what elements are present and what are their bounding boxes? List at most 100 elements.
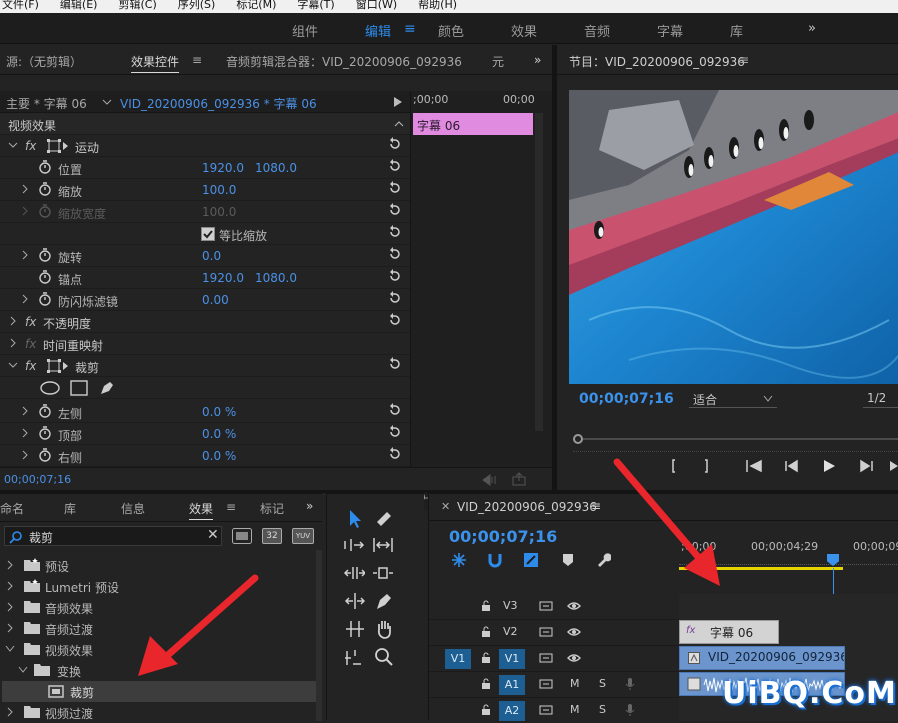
uniform-scale-row[interactable]: 等比缩放 (0, 223, 410, 245)
crop-right-value[interactable]: 0.0 % (202, 449, 236, 463)
anchor-y-value[interactable]: 1080.0 (255, 271, 297, 285)
play-icon[interactable] (821, 458, 837, 474)
program-title[interactable]: 节目：VID_20200906_092936 (569, 53, 745, 70)
panel-menu-icon[interactable]: ≡ (226, 500, 236, 514)
reset-icon[interactable] (388, 447, 402, 461)
tab-libraries[interactable]: 库 (64, 500, 76, 517)
expanded-chevron-icon[interactable] (8, 140, 18, 150)
export-icon[interactable] (512, 472, 526, 486)
panel-divider-horizontal[interactable] (0, 490, 898, 493)
timeline-timecode[interactable]: 00;00;07;16 (449, 527, 557, 546)
collapsed-chevron-icon[interactable] (20, 294, 30, 304)
crop-right-row[interactable]: 右侧 0.0 % (0, 445, 410, 467)
linked-selection-icon[interactable] (523, 552, 539, 568)
opacity-row[interactable]: fx 不透明度 (0, 311, 410, 333)
wrench-icon[interactable] (595, 552, 611, 568)
reset-icon[interactable] (388, 313, 402, 327)
time-remap-row[interactable]: fx 时间重映射 (0, 333, 410, 355)
play-triangle-icon[interactable] (394, 97, 402, 107)
clear-search-icon[interactable]: ✕ (207, 527, 219, 543)
collapsed-chevron-icon[interactable] (20, 450, 30, 460)
track-target-a2[interactable]: A2 (499, 701, 525, 721)
chevron-right-icon[interactable] (6, 707, 14, 717)
effect-controls-timecode[interactable]: 00;00;07;16 (4, 473, 71, 486)
sync-lock-icon[interactable] (539, 652, 553, 664)
workspace-more-icon[interactable]: » (808, 21, 816, 36)
transform-box-icon[interactable] (47, 359, 69, 373)
menu-window[interactable]: 窗口(W) (354, 0, 397, 10)
selection-tool-icon[interactable] (345, 508, 367, 530)
workspace-audio[interactable]: 音频 (584, 21, 610, 40)
nest-icon[interactable] (451, 552, 467, 568)
list-item-selected[interactable]: 裁剪 (2, 681, 316, 702)
tab-info[interactable]: 信息 (121, 500, 145, 517)
collapsed-chevron-icon[interactable] (8, 338, 18, 348)
position-row[interactable]: 位置 1920.0 1080.0 (0, 157, 410, 179)
collapse-up-icon[interactable] (394, 119, 404, 129)
program-video-frame[interactable] (569, 90, 898, 384)
yuv-badge[interactable]: YUV (292, 528, 314, 544)
track-a2[interactable]: A2 M S (429, 698, 679, 721)
ripple-edit-tool-icon[interactable] (343, 534, 365, 556)
lock-icon[interactable] (481, 652, 491, 664)
video-clip[interactable]: VID_20200906_092936.mp4 (679, 646, 845, 670)
anchor-x-value[interactable]: 1920.0 (202, 271, 244, 285)
tab-effects[interactable]: 效果 (189, 500, 214, 520)
type-tool-icon[interactable] (343, 646, 365, 668)
play-audio-icon[interactable] (482, 474, 498, 486)
sync-lock-icon[interactable] (539, 704, 553, 716)
zoom-tool-icon[interactable] (373, 646, 395, 668)
tab-metadata[interactable]: 元 (492, 53, 504, 70)
razor-tool-icon[interactable] (343, 618, 365, 640)
crop-top-row[interactable]: 顶部 0.0 % (0, 423, 410, 445)
stopwatch-icon[interactable] (38, 292, 52, 306)
anchor-row[interactable]: 锚点 1920.0 1080.0 (0, 267, 410, 289)
sync-lock-icon[interactable] (539, 626, 553, 638)
pen-mask-icon[interactable] (98, 379, 116, 397)
rate-stretch-tool-icon[interactable] (371, 534, 393, 556)
position-x-value[interactable]: 1920.0 (202, 161, 244, 175)
reset-icon[interactable] (388, 269, 402, 283)
list-item[interactable]: 变换 (0, 660, 320, 681)
slip-tool-icon[interactable] (343, 562, 365, 584)
lock-icon[interactable] (481, 678, 491, 690)
sync-lock-icon[interactable] (539, 678, 553, 690)
panel-menu-icon[interactable]: ≡ (192, 53, 202, 67)
track-target-v1[interactable]: V1 (499, 649, 525, 669)
eye-icon[interactable] (567, 652, 581, 664)
chevron-right-icon[interactable] (6, 560, 14, 570)
menu-title[interactable]: 字幕(T) (295, 0, 334, 10)
collapsed-chevron-icon[interactable] (20, 250, 30, 260)
stopwatch-icon[interactable] (38, 160, 52, 174)
reset-icon[interactable] (388, 137, 402, 151)
track-target-a1[interactable]: A1 (499, 675, 525, 695)
step-forward-icon[interactable] (857, 458, 875, 474)
work-area-bar[interactable] (679, 567, 843, 570)
lock-icon[interactable] (481, 600, 491, 612)
tab-name[interactable]: 命名 (0, 500, 24, 517)
menu-clip[interactable]: 剪辑(C) (116, 0, 156, 10)
snap-magnet-icon[interactable] (487, 552, 503, 568)
workspace-editing[interactable]: 编辑 (365, 21, 391, 40)
list-item[interactable]: 音频效果 (0, 597, 320, 618)
crop-left-value[interactable]: 0.0 % (202, 405, 236, 419)
title-clip[interactable]: fx 字幕 06 (679, 620, 779, 644)
list-item[interactable]: 视频效果 (0, 639, 320, 660)
chevron-right-icon[interactable] (6, 623, 14, 633)
scale-value[interactable]: 100.0 (202, 183, 236, 197)
tab-markers[interactable]: 标记 (260, 500, 284, 517)
sequence-clip-label[interactable]: VID_20200906_092936 * 字幕 06 (120, 95, 317, 112)
reset-icon[interactable] (388, 225, 402, 239)
ellipse-mask-icon[interactable] (40, 380, 60, 396)
reset-icon[interactable] (388, 403, 402, 417)
position-y-value[interactable]: 1080.0 (255, 161, 297, 175)
reset-icon[interactable] (388, 159, 402, 173)
track-v3[interactable]: V3 (429, 594, 679, 620)
effects-search-input[interactable]: 裁剪 ✕ (4, 526, 222, 546)
workspace-assembly[interactable]: 组件 (292, 21, 318, 40)
mark-out-icon[interactable] (703, 458, 717, 474)
panel-menu-icon[interactable]: ≡ (591, 499, 601, 513)
motion-row[interactable]: fx 运动 (0, 135, 410, 157)
flicker-value[interactable]: 0.00 (202, 293, 229, 307)
menu-help[interactable]: 帮助(H) (416, 0, 457, 10)
